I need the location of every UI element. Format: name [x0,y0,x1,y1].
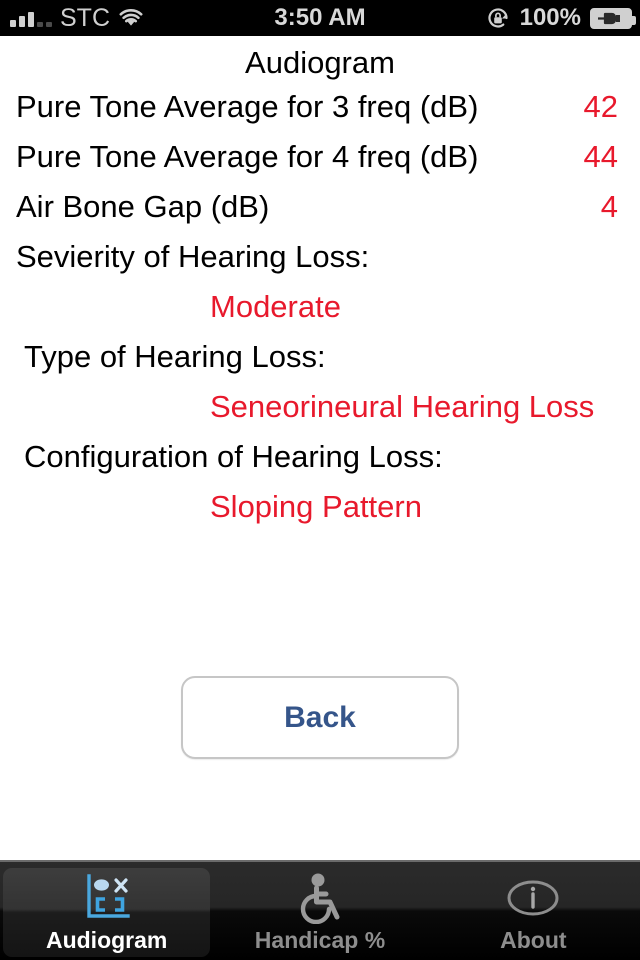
wheelchair-icon [292,870,348,926]
row-value: 4 [600,189,618,224]
tab-handicap[interactable]: Handicap % [213,862,426,960]
tab-label: Handicap % [254,927,386,953]
type-value: Seneorineural Hearing Loss [210,389,595,424]
row-label: Air Bone Gap (dB) [16,189,270,224]
table-row: Air Bone Gap (dB) 4 [0,182,640,232]
page-title: Audiogram [245,45,395,80]
row-value: 44 [583,139,618,174]
back-button[interactable]: Back [181,676,459,759]
status-bar-right: 100% [485,0,636,36]
tab-label: Audiogram [45,927,168,953]
status-bar: STC 3:50 AM 100% [0,0,640,36]
table-row: Pure Tone Average for 4 freq (dB) 44 [0,132,640,182]
rotation-lock-icon [485,5,511,31]
severity-label: Sevierity of Hearing Loss: [16,239,370,274]
configuration-block: Configuration of Hearing Loss: Sloping P… [0,432,640,532]
configuration-label: Configuration of Hearing Loss: [24,439,443,474]
row-value: 42 [583,89,618,124]
tab-about[interactable]: About [427,862,640,960]
tab-audiogram[interactable]: Audiogram [0,862,213,960]
type-block: Type of Hearing Loss: Seneorineural Hear… [0,332,640,432]
battery-percent-label: 100% [519,4,581,31]
main-content: Audiogram Pure Tone Average for 3 freq (… [0,36,640,860]
audiogram-chart-icon [76,870,138,926]
battery-charging-icon [590,7,636,29]
type-label: Type of Hearing Loss: [24,339,326,374]
tab-bar: Audiogram Handicap % About [0,860,640,960]
tab-label: About [500,927,567,953]
row-label: Pure Tone Average for 3 freq (dB) [16,89,479,124]
severity-value: Moderate [210,289,341,324]
info-icon [502,870,564,926]
row-label: Pure Tone Average for 4 freq (dB) [16,139,479,174]
app-screen: STC 3:50 AM 100% Audiogram Pure Tone Ave… [0,0,640,960]
back-button-area: Back [0,676,640,759]
severity-block: Sevierity of Hearing Loss: Moderate [0,232,640,332]
configuration-value: Sloping Pattern [210,489,422,524]
table-row: Pure Tone Average for 3 freq (dB) 42 [0,82,640,132]
